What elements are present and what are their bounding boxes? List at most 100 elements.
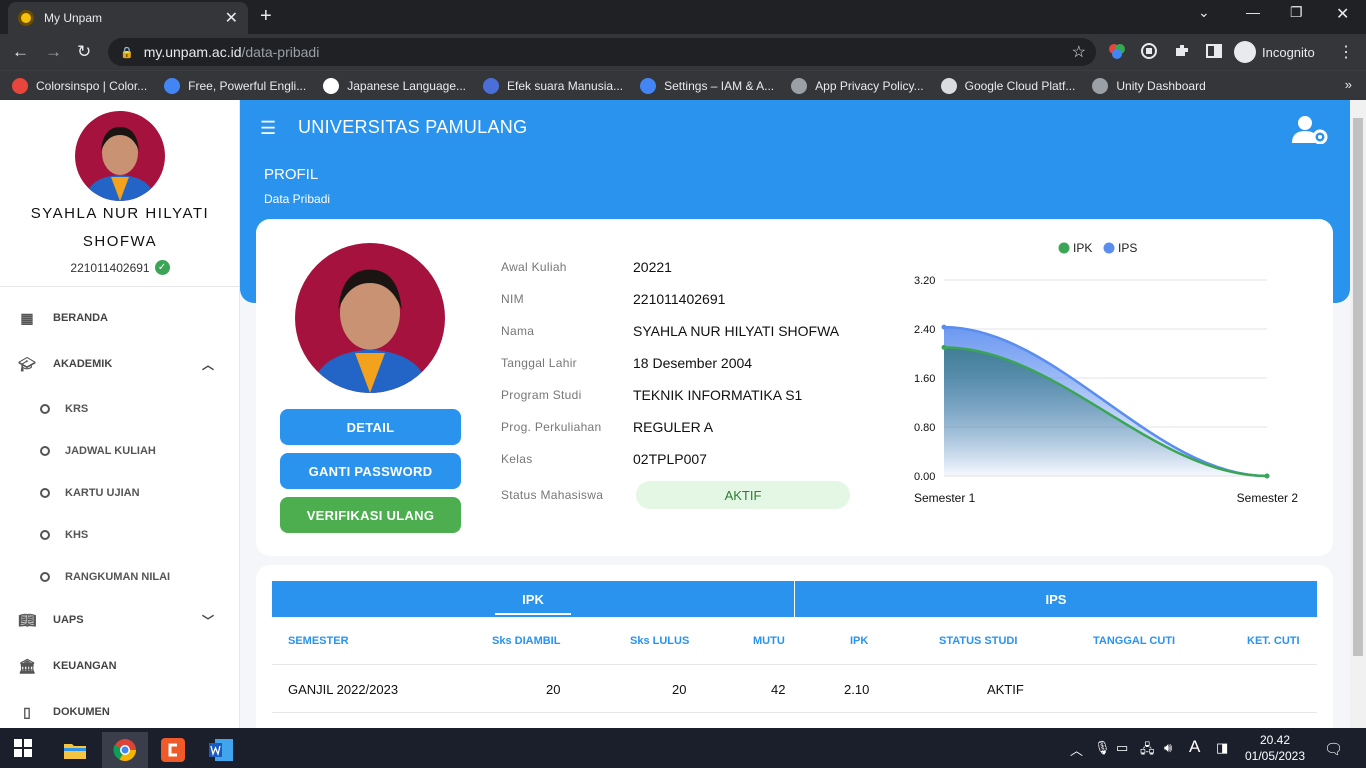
file-explorer-app[interactable]: [52, 732, 98, 768]
sidebar-item-label: DOKUMEN: [53, 706, 110, 718]
x-tick-label: Semester 2: [1237, 491, 1299, 505]
tray-expand-icon[interactable]: ︿: [1070, 740, 1083, 759]
sidebar-subitem-kartu-ujian[interactable]: KARTU UJIAN: [0, 483, 240, 503]
notifications-icon[interactable]: 🗨︎: [1324, 740, 1343, 758]
volume-icon[interactable]: 🔊︎: [1164, 740, 1172, 756]
reload-icon[interactable]: ↻: [77, 42, 91, 62]
sidebar-subitem-krs[interactable]: KRS: [0, 399, 240, 419]
page-scrollbar[interactable]: [1350, 100, 1366, 728]
bookmark-item[interactable]: Google Cloud Platf...: [940, 77, 1075, 94]
bookmark-label: App Privacy Policy...: [815, 78, 924, 93]
incognito-badge[interactable]: Incognito: [1234, 40, 1315, 64]
microphone-icon[interactable]: 🎙︎: [1094, 740, 1111, 756]
dashboard-icon: ▦: [20, 309, 34, 326]
bookmark-item[interactable]: Japanese Language...: [323, 77, 466, 94]
bookmark-item[interactable]: Settings – IAM & A...: [640, 77, 774, 94]
status-badge: AKTIF: [636, 481, 850, 509]
tab-title: My Unpam: [44, 11, 103, 25]
column-header: IPK: [850, 635, 869, 647]
bookmark-favicon-icon: [483, 77, 500, 94]
extension-icon[interactable]: [1140, 42, 1158, 60]
canva-app[interactable]: [150, 732, 196, 768]
sidebar-item-uaps[interactable]: 📖︎ UAPS ﹀: [0, 610, 240, 630]
keyboard-icon[interactable]: ◨: [1216, 740, 1228, 756]
bookmark-item[interactable]: Free, Powerful Engli...: [164, 77, 306, 94]
cell-sks-lulus: 20: [672, 682, 687, 697]
bookmarks-bar: Colorsinspo | Color... Free, Powerful Eng…: [0, 70, 1366, 100]
word-icon: [209, 739, 233, 761]
verified-check-icon: ✓: [154, 260, 170, 275]
browser-menu-icon[interactable]: ⋮: [1338, 42, 1354, 62]
circle-icon: [40, 572, 50, 582]
tab-label: IPK: [522, 591, 544, 607]
battery-icon[interactable]: ▭: [1116, 740, 1128, 756]
page-title: PROFIL: [264, 166, 319, 183]
new-tab-icon[interactable]: +: [260, 5, 272, 28]
bookmark-item[interactable]: Unity Dashboard: [1092, 77, 1206, 94]
sidebar-divider: [0, 286, 240, 287]
sidebar-subitem-khs[interactable]: KHS: [0, 525, 240, 545]
tab-ips[interactable]: IPS: [795, 581, 1317, 617]
clock-time: 20.42: [1259, 733, 1291, 747]
chevron-down-icon: ﹀: [201, 613, 214, 628]
url-host: my.unpam.ac.id: [143, 44, 242, 60]
system-clock[interactable]: 20.42 01/05/2023: [1240, 732, 1310, 764]
sidebar-item-dokumen[interactable]: ▯ DOKUMEN: [0, 702, 240, 722]
change-password-button[interactable]: GANTI PASSWORD: [280, 453, 461, 489]
sidebar-item-label: AKADEMIK: [53, 358, 113, 370]
sidebar-item-beranda[interactable]: ▦ BERANDA: [0, 308, 240, 328]
restore-icon[interactable]: ❐: [1290, 4, 1303, 21]
user-settings-icon[interactable]: [1292, 114, 1328, 144]
word-app[interactable]: [198, 732, 244, 768]
tab-ipk[interactable]: IPK: [272, 581, 795, 617]
reverify-button[interactable]: VERIFIKASI ULANG: [280, 497, 461, 533]
column-header: KET. CUTI: [1247, 635, 1300, 647]
bookmark-item[interactable]: Colorsinspo | Color...: [12, 77, 147, 94]
chrome-app[interactable]: [102, 732, 148, 768]
legend-label: IPK: [1073, 241, 1092, 255]
bookmark-favicon-icon: [323, 77, 340, 94]
network-icon[interactable]: 🖧︎: [1140, 740, 1155, 762]
field-value: TEKNIK INFORMATIKA S1: [633, 387, 803, 403]
menu-toggle-icon[interactable]: ☰: [260, 118, 276, 139]
bookmark-favicon-icon: [940, 77, 957, 94]
windows-start-icon[interactable]: [14, 739, 32, 757]
active-tab-indicator: [495, 613, 571, 615]
field-value: REGULER A: [633, 419, 714, 435]
bookmark-item[interactable]: Efek suara Manusia...: [483, 77, 623, 94]
sidebar-subitem-rangkuman-nilai[interactable]: RANGKUMAN NILAI: [0, 567, 240, 587]
scrollbar-thumb[interactable]: [1353, 118, 1363, 656]
sidebar-subitem-jadwal-kuliah[interactable]: JADWAL KULIAH: [0, 441, 240, 461]
color-extension-icon[interactable]: [1108, 42, 1126, 60]
detail-button[interactable]: DETAIL: [280, 409, 461, 445]
legend-marker: [1058, 242, 1070, 254]
puzzle-extensions-icon[interactable]: [1173, 42, 1191, 60]
sidebar-item-keuangan[interactable]: 🏛︎ KEUANGAN: [0, 656, 240, 676]
field-value: 20221: [633, 259, 672, 275]
close-window-icon[interactable]: ✕: [1336, 4, 1349, 24]
data-point: [941, 344, 947, 350]
address-bar[interactable]: 🔒 my.unpam.ac.id /data-pribadi ☆: [108, 38, 1096, 66]
browser-tab[interactable]: My Unpam ✕: [8, 2, 248, 34]
sidebar-subitem-label: KRS: [65, 403, 89, 415]
field-value: 221011402691: [633, 291, 726, 307]
bookmark-star-icon[interactable]: ☆: [1072, 42, 1086, 62]
more-bookmarks-icon[interactable]: »: [1345, 77, 1352, 92]
cell-sks-diambil: 20: [546, 682, 561, 697]
bookmark-item[interactable]: App Privacy Policy...: [791, 77, 924, 94]
minimize-icon[interactable]: —: [1246, 4, 1260, 20]
cell-ipk: 2.10: [844, 682, 870, 697]
incognito-icon: [1234, 41, 1256, 63]
chrome-icon: [113, 739, 136, 761]
favicon-icon: [18, 10, 34, 26]
close-tab-icon[interactable]: ✕: [225, 8, 238, 28]
side-panel-icon[interactable]: [1205, 42, 1223, 60]
forward-icon[interactable]: →: [45, 42, 62, 62]
sidebar-item-akademik[interactable]: 🎓︎ AKADEMIK ︿: [0, 354, 240, 374]
bank-icon: 🏛︎: [18, 657, 36, 674]
input-language-icon[interactable]: A: [1189, 737, 1200, 757]
tab-search-icon[interactable]: ⌄: [1198, 4, 1210, 21]
back-icon[interactable]: ←: [12, 42, 29, 62]
field-value: 18 Desember 2004: [633, 355, 753, 371]
field-value: 02TPLP007: [633, 451, 707, 467]
